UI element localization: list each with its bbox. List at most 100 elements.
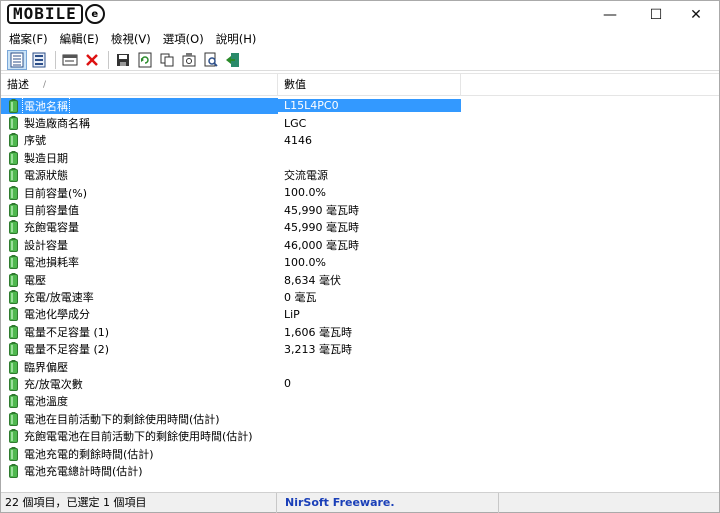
list-view-button[interactable] [29,50,49,70]
table-row[interactable]: 電池充電總計時間(估計) [1,462,719,479]
row-description: 目前容量(%) [24,186,88,200]
row-description-cell: 電源狀態 [1,167,278,183]
row-description: 充飽電電池在目前活動下的剩餘使用時間(估計) [24,430,253,444]
column-header: 描述 / 數值 [1,74,719,96]
options-button[interactable] [179,50,199,70]
refresh-button[interactable] [135,50,155,70]
table-row[interactable]: 充電/放電速率 0 毫瓦 [1,288,719,305]
delete-button[interactable] [82,50,102,70]
find-button[interactable] [201,50,221,70]
table-row[interactable]: 電池在目前活動下的剩餘使用時間(估計) [1,410,719,427]
minimize-button[interactable]: — [587,1,633,29]
table-row[interactable]: 臨界偏壓 [1,358,719,375]
menu-file[interactable]: 檔案(F) [3,29,54,49]
row-description-cell: 目前容量值 [1,202,278,218]
battery-icon [9,150,18,165]
app-logo: MOBILE e [7,4,105,24]
properties-icon [62,54,78,65]
row-description-cell: 電池充電的剩餘時間(估計) [1,446,278,462]
row-description-cell: 電池在目前活動下的剩餘使用時間(估計) [1,411,278,427]
row-value: 46,000 毫瓦時 [284,238,359,252]
close-button[interactable]: ✕ [673,1,719,29]
battery-icon [9,394,18,409]
battery-info-list[interactable]: 描述 / 數值 電池名稱 L15L4PC0 製造廠商名稱 LGC 序號 4146 製造日期… [1,73,719,491]
menu-help[interactable]: 說明(H) [210,29,263,49]
exit-button[interactable] [223,50,243,70]
battery-icon [9,429,18,444]
table-row[interactable]: 電源狀態 交流電源 [1,167,719,184]
row-description-cell: 電池名稱 [1,97,278,114]
row-value: 8,634 毫伏 [284,273,341,287]
properties-button[interactable] [60,50,80,70]
table-row[interactable]: 製造日期 [1,149,719,166]
status-vendor-link[interactable]: NirSoft Freeware. http://www.nirsoft.net [277,492,499,513]
row-description: 電量不足容量 (2) [24,343,110,357]
table-row[interactable]: 電池溫度 [1,393,719,410]
table-row[interactable]: 充/放電次數 0 [1,375,719,392]
table-row[interactable]: 電池名稱 L15L4PC0 [1,97,719,114]
row-description-cell: 設計容量 [1,237,278,253]
row-value: 0 毫瓦 [284,290,317,304]
battery-icon [9,237,18,252]
row-value: 45,990 毫瓦時 [284,204,359,218]
table-row[interactable]: 序號 4146 [1,132,719,149]
options-icon [182,52,196,66]
row-description: 充飽電容量 [24,221,79,235]
row-description-cell: 電量不足容量 (1) [1,324,278,340]
menu-view[interactable]: 檢視(V) [105,29,157,49]
table-row[interactable]: 製造廠商名稱 LGC [1,114,719,131]
status-item-count: 22 個項目，已選定 1 個項目 [1,492,277,513]
table-row[interactable]: 設計容量 46,000 毫瓦時 [1,236,719,253]
table-row[interactable]: 電量不足容量 (1) 1,606 毫瓦時 [1,323,719,340]
row-description: 設計容量 [24,238,68,252]
save-button[interactable] [113,50,133,70]
copy-icon [160,53,174,66]
row-value: 4146 [284,133,312,147]
table-row[interactable]: 電量不足容量 (2) 3,213 毫瓦時 [1,340,719,357]
row-description: 電池溫度 [24,395,68,409]
row-description-cell: 電池充電總計時間(估計) [1,463,278,479]
table-row[interactable]: 充飽電電池在目前活動下的剩餘使用時間(估計) [1,427,719,444]
table-row[interactable]: 電池充電的剩餘時間(估計) [1,445,719,462]
battery-icon [9,116,18,131]
table-row[interactable]: 目前容量值 45,990 毫瓦時 [1,201,719,218]
row-value: 100.0% [284,255,326,269]
details-view-button[interactable] [7,49,27,70]
battery-icon [9,203,18,218]
battery-icon [9,411,18,426]
list-rows: 電池名稱 L15L4PC0 製造廠商名稱 LGC 序號 4146 製造日期 電源狀態 交流電源… [1,97,719,480]
toolbar-separator [108,50,109,69]
copy-button[interactable] [157,50,177,70]
row-description: 臨界偏壓 [24,360,68,374]
row-description: 目前容量值 [24,204,79,218]
row-description: 電量不足容量 (1) [24,325,110,339]
row-description: 充電/放電速率 [24,290,94,304]
column-description-label: 描述 [7,78,29,91]
sort-indicator: / [43,80,47,90]
row-value: 0 [284,377,291,391]
row-value: LiP [284,307,300,321]
row-description: 電池充電總計時間(估計) [24,464,143,478]
battery-icon [9,133,18,148]
details-view-icon [10,52,24,67]
table-row[interactable]: 電壓 8,634 毫伏 [1,271,719,288]
app-window: MOBILE e — ☐ ✕ 檔案(F) 編輯(E) 檢視(V) 選項(O) 說… [0,0,720,513]
table-row[interactable]: 目前容量(%) 100.0% [1,184,719,201]
row-value: 100.0% [284,186,326,200]
toolbar-separator [55,50,56,69]
menu-options[interactable]: 選項(O) [157,29,210,49]
row-description-cell: 電池溫度 [1,393,278,409]
battery-icon [9,185,18,200]
column-value[interactable]: 數值 [278,74,461,96]
table-row[interactable]: 充飽電容量 45,990 毫瓦時 [1,219,719,236]
column-description[interactable]: 描述 / [1,74,278,96]
logo-mark: e [84,4,105,24]
toolbar [1,49,719,71]
row-description-cell: 目前容量(%) [1,185,278,201]
menu-edit[interactable]: 編輯(E) [54,29,105,49]
table-row[interactable]: 電池損耗率 100.0% [1,254,719,271]
table-row[interactable]: 電池化學成分 LiP [1,306,719,323]
battery-icon [9,168,18,183]
battery-icon [9,272,18,287]
battery-icon [9,289,18,304]
